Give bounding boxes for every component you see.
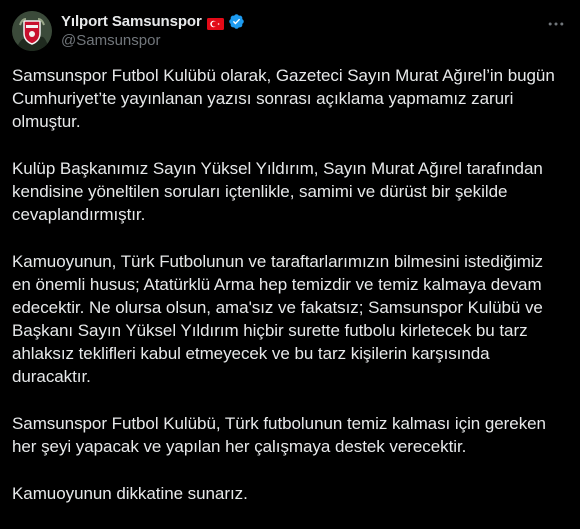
name-row: Yılport Samsunspor [61,12,245,31]
account-handle[interactable]: @Samsunspor [61,31,245,50]
more-options-icon [548,22,564,26]
tweet-paragraph: Kamuoyunun dikkatine sunarız. [12,484,248,503]
tweet: Yılport Samsunspor @Samsunspor Samsunspo… [0,0,580,528]
turkey-flag-icon [206,16,224,30]
tweet-text: Samsunspor Futbol Kulübü olarak, Gazetec… [12,64,568,529]
tweet-paragraph: Samsunspor Futbol Kulübü olarak, Gazetec… [12,66,555,131]
display-name[interactable]: Yılport Samsunspor [61,12,202,31]
account-names: Yılport Samsunspor @Samsunspor [61,12,245,50]
tweet-header: Yılport Samsunspor @Samsunspor [12,10,568,52]
avatar[interactable] [12,11,52,51]
tweet-paragraph: Samsunspor Futbol Kulübü, Türk futbolunu… [12,414,546,456]
more-options-button[interactable] [544,12,568,36]
tweet-paragraph: Kulüp Başkanımız Sayın Yüksel Yıldırım, … [12,159,543,224]
club-logo-icon [12,11,52,51]
verified-badge-icon [228,13,245,30]
tweet-paragraph: Kamuoyunun, Türk Futbolunun ve taraftarl… [12,252,543,386]
